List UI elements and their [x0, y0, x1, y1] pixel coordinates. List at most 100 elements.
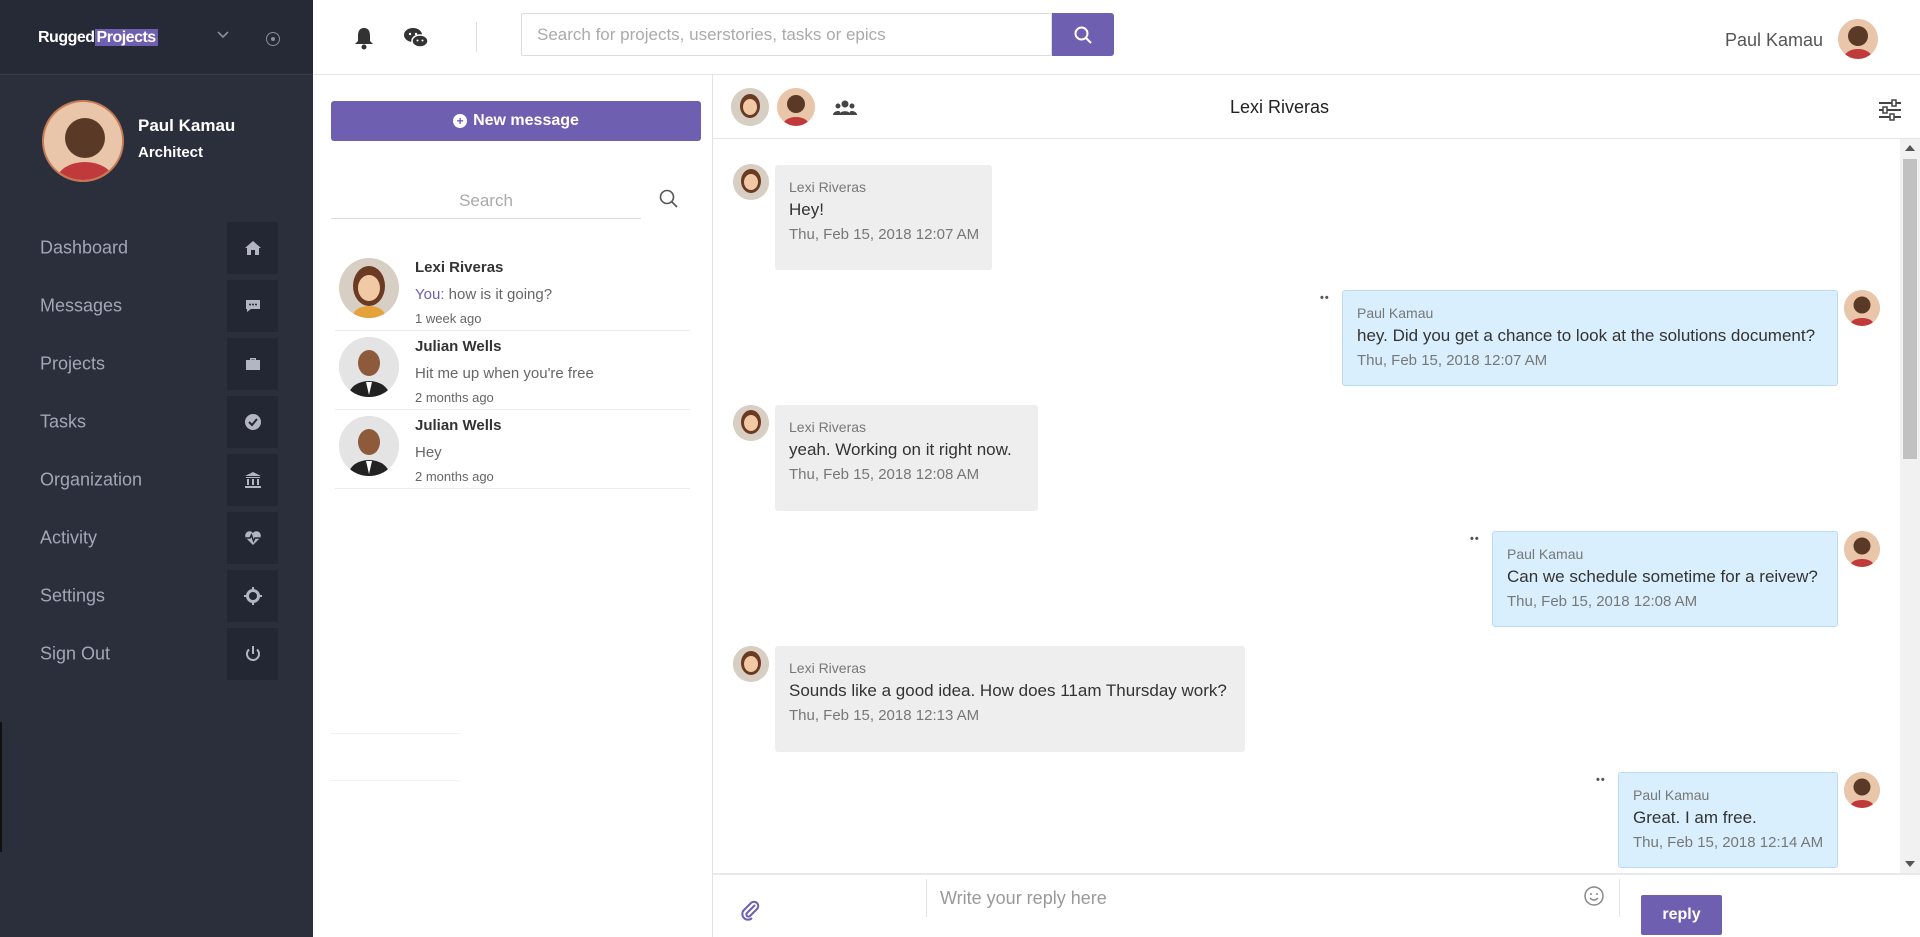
conversation-panel: + New message: [313, 75, 713, 937]
bell-icon[interactable]: [351, 25, 377, 51]
search-button[interactable]: [1052, 13, 1114, 56]
sidebar-item-label: Tasks: [40, 411, 87, 432]
sidebar-item-label: Settings: [40, 585, 106, 606]
sidebar-item-activity[interactable]: Activity: [0, 512, 313, 564]
message-bubble: Paul Kamau Great. I am free. Thu, Feb 15…: [1618, 772, 1838, 868]
sidebar-item-label: Messages: [40, 295, 123, 316]
you-prefix: You:: [415, 286, 445, 303]
sidebar: Rugged Projects Paul Kamau Architect Dash…: [0, 0, 313, 937]
conversation-search-input[interactable]: [331, 183, 641, 218]
window-edge: [0, 722, 2, 852]
chat-icon: [227, 280, 278, 332]
avatar[interactable]: [1838, 19, 1878, 59]
chat-header: Lexi Riveras: [713, 75, 1920, 139]
message-sender: Lexi Riveras: [789, 179, 867, 195]
message-thread: Lexi Riveras Hey! Thu, Feb 15, 2018 12:0…: [713, 139, 1906, 873]
sidebar-item-projects[interactable]: Projects: [0, 338, 313, 390]
divider: [330, 780, 460, 781]
conversation-preview: You: how is it going?: [415, 286, 552, 303]
conversation-search: [331, 183, 641, 219]
conversation-name: Lexi Riveras: [415, 259, 504, 276]
more-options-icon[interactable]: ••: [1596, 774, 1606, 786]
search-icon[interactable]: [658, 188, 680, 210]
brand-bar: Rugged Projects: [0, 0, 313, 75]
sidebar-item-label: Organization: [40, 469, 143, 490]
target-icon[interactable]: [266, 32, 280, 46]
conversation-item[interactable]: Lexi Riveras You: how is it going? 1 wee…: [335, 252, 690, 331]
message-time: Thu, Feb 15, 2018 12:08 AM: [789, 466, 980, 483]
conversation-name: Julian Wells: [415, 338, 502, 355]
more-options-icon[interactable]: ••: [1470, 533, 1480, 545]
message-time: Thu, Feb 15, 2018 12:13 AM: [789, 707, 980, 724]
conversation-item[interactable]: Julian Wells Hit me up when you're free …: [335, 331, 690, 410]
sidebar-item-dashboard[interactable]: Dashboard: [0, 222, 313, 274]
conversation-item[interactable]: Julian Wells Hey 2 months ago: [335, 410, 690, 489]
avatar: [733, 164, 769, 200]
wechat-icon[interactable]: [403, 25, 429, 51]
heartbeat-icon: [227, 512, 278, 564]
message-sender: Paul Kamau: [1507, 546, 1584, 562]
reply-bar: reply: [713, 873, 1920, 937]
profile-name: Paul Kamau: [138, 116, 236, 135]
avatar: [733, 405, 769, 441]
paperclip-icon[interactable]: [739, 899, 761, 921]
message-bubble: Lexi Riveras yeah. Working on it right n…: [775, 405, 1038, 511]
reply-field: [926, 879, 1620, 917]
message-scrollbar[interactable]: [1900, 139, 1920, 873]
divider: [330, 733, 460, 734]
avatar: [42, 100, 124, 182]
avatar: [339, 258, 399, 318]
more-options-icon[interactable]: ••: [1320, 292, 1330, 304]
home-icon: [227, 222, 278, 274]
message-time: Thu, Feb 15, 2018 12:07 AM: [789, 226, 980, 243]
bank-icon: [227, 454, 278, 506]
sidebar-item-label: Dashboard: [40, 237, 129, 258]
sidebar-item-label: Activity: [40, 527, 98, 548]
sidebar-profile: Paul Kamau Architect: [42, 100, 302, 182]
message-bubble: Lexi Riveras Hey! Thu, Feb 15, 2018 12:0…: [775, 165, 992, 270]
top-bar: Paul Kamau: [313, 0, 1920, 75]
global-search: [521, 13, 1057, 56]
new-message-button[interactable]: + New message: [331, 101, 701, 141]
sidebar-item-label: Sign Out: [40, 643, 111, 664]
chevron-down-icon[interactable]: [216, 28, 230, 42]
sidebar-item-messages[interactable]: Messages: [0, 280, 313, 332]
avatar: [339, 337, 399, 397]
top-user-name[interactable]: Paul Kamau: [1725, 30, 1823, 51]
sliders-icon[interactable]: [1878, 99, 1902, 121]
plus-circle-icon: +: [453, 114, 468, 128]
scroll-up-arrow[interactable]: [1905, 145, 1915, 151]
sidebar-item-tasks[interactable]: Tasks: [0, 396, 313, 448]
message-bubble: Lexi Riveras Sounds like a good idea. Ho…: [775, 646, 1245, 752]
profile-role: Architect: [138, 144, 204, 161]
sidebar-item-label: Projects: [40, 353, 106, 374]
message-time: Thu, Feb 15, 2018 12:08 AM: [1507, 593, 1698, 610]
reply-input[interactable]: [927, 879, 1619, 917]
preview-text: Hit me up when you're free: [415, 365, 594, 382]
sidebar-item-organization[interactable]: Organization: [0, 454, 313, 506]
reply-button[interactable]: reply: [1641, 895, 1722, 935]
message-bubble: Paul Kamau hey. Did you get a chance to …: [1342, 290, 1838, 386]
message-text: Hey!: [789, 200, 824, 219]
brand-logo[interactable]: Rugged Projects: [38, 29, 158, 47]
check-circle-icon: [227, 396, 278, 448]
sidebar-item-sign-out[interactable]: Sign Out: [0, 628, 313, 680]
conversation-time: 1 week ago: [415, 311, 482, 326]
power-icon: [227, 628, 278, 680]
brand-name-part1: Rugged: [38, 29, 95, 46]
scroll-thumb[interactable]: [1903, 159, 1917, 459]
avatar: [733, 646, 769, 682]
emoji-icon[interactable]: [1583, 885, 1605, 907]
message-sender: Paul Kamau: [1357, 305, 1434, 321]
gear-icon: [227, 570, 278, 622]
message-sender: Lexi Riveras: [789, 419, 867, 435]
divider: [476, 22, 477, 52]
conversation-preview: Hey: [415, 444, 442, 461]
global-search-input[interactable]: [522, 14, 1057, 55]
message-text: hey. Did you get a chance to look at the…: [1357, 326, 1816, 345]
sidebar-item-settings[interactable]: Settings: [0, 570, 313, 622]
scroll-down-arrow[interactable]: [1905, 861, 1915, 867]
preview-text: Hey: [415, 444, 442, 461]
message-text: Sounds like a good idea. How does 11am T…: [789, 681, 1227, 700]
chat-title: Lexi Riveras: [1229, 97, 1330, 117]
